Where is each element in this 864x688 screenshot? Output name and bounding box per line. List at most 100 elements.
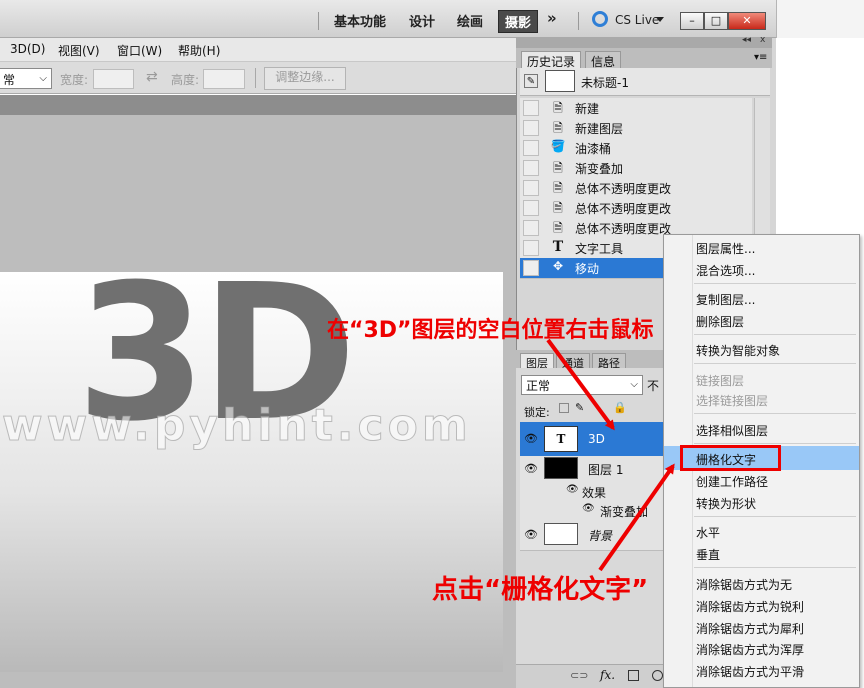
history-state-item[interactable]: 🗎 总体不透明度更改 [520,198,752,219]
more-workspaces-button[interactable]: » [547,9,557,27]
document-icon: 🗎 [553,101,563,115]
swap-icon[interactable]: ⇄ [146,69,158,85]
history-state-item[interactable]: 🗎 新建 [520,98,752,119]
layer-row-background[interactable]: 👁 背景 [520,520,664,551]
effects-label: 效果 [582,486,607,500]
lock-all-icon[interactable]: 🔒 [613,401,627,414]
context-menu-item-18[interactable]: 消除锯齿方式为平滑 [696,663,804,680]
history-state-label: 油漆桶 [575,142,612,156]
context-menu-item-7[interactable]: 选择链接图层 [696,392,768,409]
history-state-item[interactable]: 🗎 渐变叠加 [520,158,752,179]
menu-help[interactable]: 帮助(H) [178,42,220,59]
eye-icon[interactable]: 👁 [524,528,538,541]
separator [578,12,579,30]
add-mask-icon[interactable] [628,670,639,681]
eye-icon[interactable]: 👁 [582,503,595,514]
workspace-photography[interactable]: 摄影 [498,10,539,33]
blend-mode-select[interactable]: 正常 ⌵ [521,375,643,395]
panel-menu-icon[interactable]: ▾≡ [754,52,767,63]
context-menu-item-11[interactable]: 转换为形状 [696,495,756,512]
document-icon: 🗎 [553,201,563,215]
context-menu-item-16[interactable]: 消除锯齿方式为犀利 [696,620,804,637]
layers-footer: ⊂⊃ fx. [516,664,664,688]
workspace-painting[interactable]: 绘画 [457,11,483,30]
height-input[interactable] [203,69,245,89]
menu-separator [694,516,856,517]
menu-separator [694,334,856,335]
panel-header: ◂◂ x [516,35,772,48]
context-menu-item-10[interactable]: 创建工作路径 [696,473,768,490]
refine-edge-button[interactable]: 调整边缘... [264,67,346,90]
options-bar: 常 ⌵ 宽度: ⇄ 高度: 调整边缘... [0,62,516,94]
eye-icon[interactable]: 👁 [566,484,579,495]
history-checkbox[interactable] [523,100,539,116]
blend-mode-value: 正常 [526,379,551,393]
minimize-button[interactable]: – [680,12,704,30]
history-checkbox[interactable] [523,140,539,156]
history-state-item[interactable]: 🗎 新建图层 [520,118,752,139]
adjustment-layer-icon[interactable] [652,670,663,681]
type-layer-thumbnail: T [544,426,578,452]
context-menu-item-14[interactable]: 消除锯齿方式为无 [696,576,792,593]
context-menu-item-15[interactable]: 消除锯齿方式为锐利 [696,598,804,615]
workspace-essentials[interactable]: 基本功能 [334,11,386,30]
context-menu-item-13[interactable]: 垂直 [696,546,720,563]
fx-button[interactable]: fx. [600,668,615,682]
context-menu-item-4[interactable]: 删除图层 [696,313,744,330]
context-menu-item-8[interactable]: 选择相似图层 [696,422,768,439]
eye-icon[interactable]: 👁 [524,462,538,475]
menu-separator [694,283,856,284]
history-tab-strip: 历史记录 信息 ▾≡ [516,48,772,71]
paint-bucket-icon: 🪣 [550,139,566,153]
close-button[interactable]: ✕ [728,12,766,30]
layer-effects-row[interactable]: 👁 效果 [520,482,664,501]
history-state-label: 新建图层 [575,122,624,136]
layer-name: 图层 1 [588,463,624,477]
context-menu-item-12[interactable]: 水平 [696,524,720,541]
style-value: 常 [3,73,16,87]
style-select[interactable]: 常 ⌵ [0,68,52,89]
context-menu-item-1[interactable]: 图层属性... [696,240,755,257]
lock-transparency-icon[interactable] [559,403,569,413]
cs-live-menu[interactable]: CS Live [615,13,659,27]
link-icon[interactable]: ⊂⊃ [570,669,588,682]
layer-name: 3D [588,432,605,446]
chevron-down-icon [656,17,664,22]
history-checkbox[interactable] [523,220,539,236]
workspace-design[interactable]: 设计 [409,11,435,30]
history-checkbox[interactable] [523,240,539,256]
menu-window[interactable]: 窗口(W) [117,42,162,59]
collapse-icon[interactable]: ◂◂ [742,35,751,45]
width-input[interactable] [93,69,134,89]
history-checkbox[interactable] [523,200,539,216]
close-panel-icon[interactable]: x [760,35,765,45]
context-menu-item-5[interactable]: 转换为智能对象 [696,342,780,359]
opacity-label: 不 [647,379,660,393]
history-checkbox[interactable] [523,260,539,276]
chevron-down-icon: ⌵ [630,379,638,390]
history-snapshot[interactable]: ✎ 未标题-1 [520,68,770,96]
maximize-button[interactable]: □ [704,12,728,30]
lock-brush-icon[interactable]: ✎ [575,401,584,414]
menu-separator [694,443,856,444]
menu-view[interactable]: 视图(V) [58,42,100,59]
rasterize-type-menu-item[interactable]: 栅格化文字 [696,451,756,468]
separator [318,12,319,30]
eye-icon[interactable]: 👁 [524,432,538,445]
history-state-item[interactable]: 🪣 油漆桶 [520,138,752,159]
history-checkbox[interactable] [523,120,539,136]
height-label: 高度: [171,73,200,87]
history-checkbox[interactable] [523,160,539,176]
context-menu-item-6[interactable]: 链接图层 [696,372,744,389]
layers-tab-strip: 图层 通道 路径 [516,350,664,372]
menu-3d[interactable]: 3D(D) [10,42,45,56]
context-menu-item-17[interactable]: 消除锯齿方式为浑厚 [696,641,804,658]
layer-row-3d[interactable]: 👁 T 3D [520,422,664,457]
layer-row-layer1[interactable]: 👁 图层 1 [520,456,664,483]
context-menu-item-2[interactable]: 混合选项... [696,262,755,279]
document-icon: 🗎 [553,161,563,175]
context-menu-item-3[interactable]: 复制图层... [696,291,755,308]
layer-effect-gradient-row[interactable]: 👁 渐变叠加 [520,500,664,521]
history-checkbox[interactable] [523,180,539,196]
history-state-item[interactable]: 🗎 总体不透明度更改 [520,178,752,199]
